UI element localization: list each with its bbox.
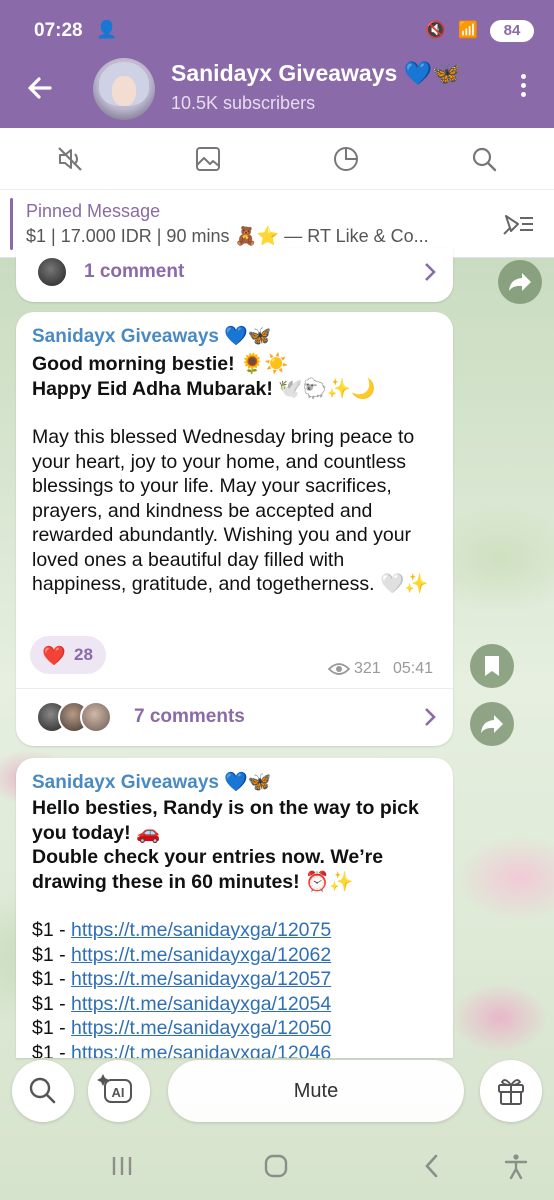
chevron-right-icon bbox=[425, 708, 436, 726]
message-text: Hello besties, Randy is on the way to pi… bbox=[32, 796, 444, 1058]
message-body: May this blessed Wednesday bring peace t… bbox=[32, 426, 429, 595]
entry-line: $1 - https://t.me/sanidayxga/12054 bbox=[32, 992, 332, 1015]
entry-link[interactable]: https://t.me/sanidayxga/12054 bbox=[71, 993, 331, 1015]
message-greeting: Good morning bestie! 🌻☀️ bbox=[32, 353, 289, 375]
chevron-right-icon bbox=[425, 263, 436, 281]
entry-line: $1 - https://t.me/sanidayxga/12057 bbox=[32, 968, 332, 990]
chart-icon[interactable] bbox=[331, 144, 361, 174]
subscriber-count: 10.5K subscribers bbox=[171, 93, 316, 113]
svg-text:AI: AI bbox=[112, 1085, 125, 1100]
entry-link[interactable]: https://t.me/sanidayxga/12050 bbox=[71, 1017, 331, 1039]
home-icon[interactable] bbox=[262, 1152, 290, 1180]
entry-link[interactable]: https://t.me/sanidayxga/12057 bbox=[71, 968, 331, 990]
unpin-icon[interactable] bbox=[500, 210, 536, 238]
message-text: Good morning bestie! 🌻☀️ Happy Eid Adha … bbox=[32, 352, 442, 597]
message-bubble: Sanidayx Giveaways 💙🦋 Hello besties, Ran… bbox=[16, 758, 453, 1058]
person-status-icon: 👤 bbox=[96, 20, 118, 39]
view-count: 321 bbox=[354, 660, 381, 677]
message-headline: Hello besties, Randy is on the way to pi… bbox=[32, 797, 419, 844]
comments-label: 7 comments bbox=[134, 706, 245, 727]
entry-link[interactable]: https://t.me/sanidayxga/12075 bbox=[71, 919, 331, 941]
ai-icon[interactable]: AI bbox=[88, 1060, 150, 1122]
bottom-bar: AI Mute bbox=[0, 1052, 554, 1122]
message-sender[interactable]: Sanidayx Giveaways 💙🦋 bbox=[32, 770, 272, 794]
forward-icon[interactable] bbox=[498, 260, 542, 304]
back-arrow-icon[interactable] bbox=[24, 72, 56, 104]
forward-icon[interactable] bbox=[470, 702, 514, 746]
signal-icons: 🔇 📶 bbox=[425, 22, 482, 39]
commenter-avatar bbox=[80, 701, 112, 733]
entry-line: $1 - https://t.me/sanidayxga/12062 bbox=[32, 943, 332, 966]
pinned-text: $1 | 17.000 IDR | 90 mins 🧸⭐ — RT Like &… bbox=[26, 226, 429, 246]
top-bar: 07:28 👤 🔇 📶 84 Sanidayx Giveaways 💙🦋 10.… bbox=[0, 0, 554, 128]
gift-icon[interactable] bbox=[480, 1060, 542, 1122]
comments-row[interactable]: 7 comments bbox=[16, 688, 453, 744]
battery-indicator: 84 bbox=[490, 20, 534, 42]
heart-icon: ❤️ bbox=[42, 646, 66, 667]
search-icon[interactable] bbox=[12, 1060, 74, 1122]
comments-label: 1 comment bbox=[84, 261, 185, 282]
commenter-avatar bbox=[36, 256, 68, 288]
mute-audio-icon[interactable] bbox=[55, 144, 85, 174]
message-greeting-2: Happy Eid Adha Mubarak! 🕊️🐑✨🌙 bbox=[32, 377, 376, 400]
message-bubble: 1 comment bbox=[16, 248, 453, 302]
message-headline-2: Double check your entries now. We’re dra… bbox=[32, 846, 384, 893]
entry-link[interactable]: https://t.me/sanidayxga/12062 bbox=[71, 944, 331, 966]
pinned-indicator bbox=[10, 198, 13, 250]
entry-line: $1 - https://t.me/sanidayxga/12050 bbox=[32, 1017, 332, 1039]
back-nav-icon[interactable] bbox=[418, 1152, 446, 1180]
message-bubble: Sanidayx Giveaways 💙🦋 Good morning besti… bbox=[16, 312, 453, 746]
reaction-count: 28 bbox=[74, 645, 93, 664]
image-icon[interactable] bbox=[193, 144, 223, 174]
reaction-chip[interactable]: ❤️ 28 bbox=[30, 636, 106, 674]
media-tabs bbox=[0, 128, 554, 190]
channel-avatar[interactable] bbox=[93, 58, 155, 120]
entry-line: $1 - https://t.me/sanidayxga/12075 bbox=[32, 919, 332, 941]
comments-row[interactable]: 1 comment bbox=[16, 248, 453, 304]
status-time: 07:28 bbox=[34, 20, 83, 41]
mute-button[interactable]: Mute bbox=[168, 1060, 464, 1122]
bookmark-icon[interactable] bbox=[470, 644, 514, 688]
pinned-title: Pinned Message bbox=[26, 201, 161, 221]
search-icon[interactable] bbox=[469, 144, 499, 174]
recent-apps-icon[interactable] bbox=[108, 1152, 136, 1180]
accessibility-icon[interactable] bbox=[502, 1152, 530, 1180]
message-sender[interactable]: Sanidayx Giveaways 💙🦋 bbox=[32, 324, 272, 348]
system-nav-bar bbox=[0, 1130, 554, 1200]
channel-title[interactable]: Sanidayx Giveaways 💙🦋 bbox=[171, 60, 461, 87]
more-menu-icon[interactable] bbox=[518, 74, 528, 102]
views-icon bbox=[328, 663, 350, 675]
message-time: 05:41 bbox=[393, 660, 434, 677]
